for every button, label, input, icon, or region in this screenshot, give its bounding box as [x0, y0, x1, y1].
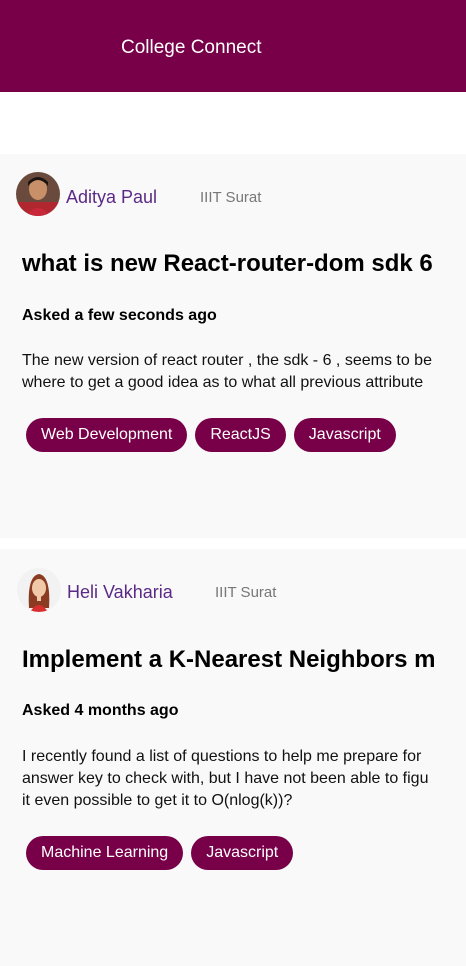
- body-line: where to get a good idea as to what all …: [22, 374, 424, 391]
- tag-javascript[interactable]: Javascript: [191, 836, 294, 870]
- body-line: it even possible to get it to O(nlog(k))…: [22, 792, 293, 809]
- asked-time: Asked a few seconds ago: [22, 307, 217, 324]
- user-avatar[interactable]: [16, 172, 60, 216]
- app-header: College Connect: [0, 0, 466, 92]
- author-college: IIIT Surat: [200, 189, 262, 206]
- question-body: The new version of react router , the sd…: [22, 350, 466, 394]
- author-college: IIIT Surat: [215, 584, 277, 601]
- question-card[interactable]: Aditya Paul IIIT Surat what is new React…: [0, 154, 466, 538]
- tag-list: Web Development ReactJS Javascript: [26, 418, 396, 452]
- tag-web-development[interactable]: Web Development: [26, 418, 188, 452]
- user-avatar[interactable]: [17, 568, 61, 612]
- question-title[interactable]: what is new React-router-dom sdk 6: [22, 249, 433, 279]
- question-card[interactable]: Heli Vakharia IIIT Surat Implement a K-N…: [0, 549, 466, 966]
- brand-title[interactable]: College Connect: [121, 36, 261, 60]
- author-name[interactable]: Heli Vakharia: [67, 581, 173, 603]
- body-line: The new version of react router , the sd…: [22, 352, 432, 369]
- avatar-illustration-icon: [17, 568, 61, 612]
- avatar-photo-icon: [16, 172, 60, 216]
- tag-reactjs[interactable]: ReactJS: [195, 418, 286, 452]
- body-line: answer key to check with, but I have not…: [22, 770, 429, 787]
- author-name[interactable]: Aditya Paul: [66, 186, 157, 208]
- tag-machine-learning[interactable]: Machine Learning: [26, 836, 184, 870]
- asked-time: Asked 4 months ago: [22, 702, 179, 719]
- tag-list: Machine Learning Javascript: [26, 836, 294, 870]
- question-body: I recently found a list of questions to …: [22, 746, 466, 812]
- body-line: I recently found a list of questions to …: [22, 748, 422, 765]
- tag-javascript[interactable]: Javascript: [293, 418, 396, 452]
- question-title[interactable]: Implement a K-Nearest Neighbors m: [22, 645, 435, 675]
